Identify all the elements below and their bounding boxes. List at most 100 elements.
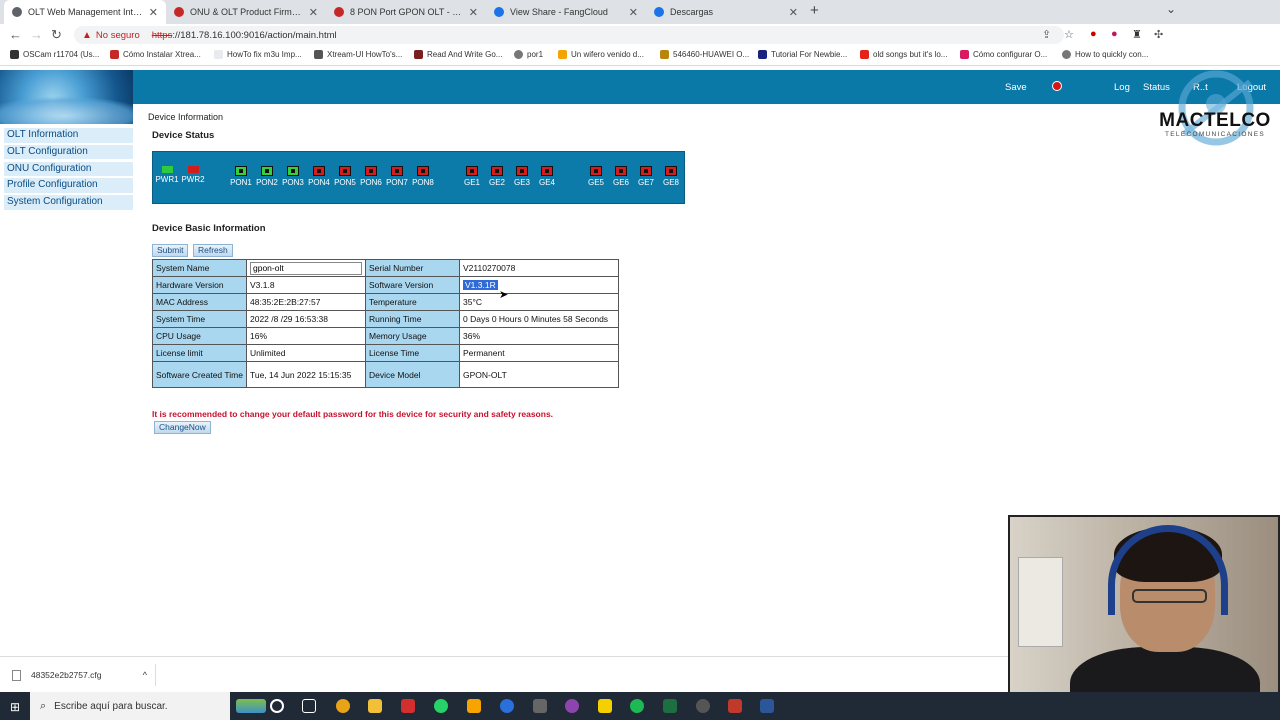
bookmark-item[interactable]: HowTo fix m3u Imp... [214, 50, 302, 59]
chrome-icon[interactable] [336, 699, 350, 713]
port-ge4[interactable]: GE4 [535, 166, 559, 187]
new-tab-icon[interactable]: + [810, 2, 819, 19]
browser-tab[interactable]: OLT Web Management Interface ✕ [4, 0, 166, 24]
bookmark-item[interactable]: 546460-HUAWEI O... [660, 50, 749, 59]
port-pon6[interactable]: PON6 [359, 166, 383, 187]
bookmark-item[interactable]: Tutorial For Newbie... [758, 50, 847, 59]
port-pon3[interactable]: PON3 [281, 166, 305, 187]
bookmark-item[interactable]: OSCam r11704 (Us... [10, 50, 99, 59]
task-view-icon[interactable] [302, 699, 316, 713]
browser-tab[interactable]: 8 PON Port GPON OLT - Optical ✕ [326, 0, 486, 24]
taskbar-search[interactable]: ⌕ Escribe aquí para buscar. [30, 692, 230, 720]
table-row: System Time 2022 /8 /29 16:53:38 Running… [152, 310, 619, 328]
bookmark-item[interactable]: Read And Write Go... [414, 50, 502, 59]
table-row: Hardware Version V3.1.8 Software Version… [152, 276, 619, 294]
port-ge8[interactable]: GE8 [659, 166, 683, 187]
star-icon[interactable]: ☆ [1064, 28, 1074, 41]
software-created-time-value: Tue, 14 Jun 2022 15:15:35 [246, 361, 366, 388]
extension-icon[interactable]: ♜ [1132, 28, 1142, 41]
port-pon7[interactable]: PON7 [385, 166, 409, 187]
reload-icon[interactable]: ↻ [51, 27, 62, 43]
hardware-version-label: Hardware Version [152, 276, 247, 294]
whatsapp-icon[interactable] [434, 699, 448, 713]
security-label[interactable]: No seguro [96, 30, 140, 41]
save-link[interactable]: Save [1005, 82, 1027, 93]
ethernet-port-icon [491, 166, 503, 176]
url-text: ://181.78.16.100:9016/action/main.html [172, 29, 337, 41]
app-icon[interactable] [401, 699, 415, 713]
file-icon [12, 669, 21, 681]
bookmark-item[interactable]: por1 [514, 50, 543, 59]
spotify-icon[interactable] [630, 699, 644, 713]
bookmark-label: HowTo fix m3u Imp... [227, 50, 302, 59]
back-icon[interactable]: ← [9, 27, 22, 42]
device-model-label: Device Model [365, 361, 460, 388]
bookmark-item[interactable]: How to quickly con... [1062, 50, 1148, 59]
port-pon4[interactable]: PON4 [307, 166, 331, 187]
app-icon[interactable] [467, 699, 481, 713]
sidebar-item-olt-configuration[interactable]: OLT Configuration [4, 144, 133, 161]
tab-search-icon[interactable]: ⌄ [1166, 2, 1176, 16]
cortana-icon[interactable] [270, 699, 284, 713]
app-icon[interactable] [696, 699, 710, 713]
share-icon[interactable]: ⇪ [1042, 28, 1051, 41]
chevron-up-icon[interactable]: ^ [143, 670, 147, 680]
news-widget-icon[interactable] [236, 699, 266, 713]
bookmark-item[interactable]: old songs but it's lo... [860, 50, 947, 59]
system-name-input[interactable] [250, 261, 362, 275]
address-bar[interactable]: ▲ No seguro https://181.78.16.100:9016/a… [74, 26, 1064, 44]
puzzle-icon[interactable]: ✣ [1154, 28, 1163, 41]
bookmark-item[interactable]: Cómo configurar O... [960, 50, 1047, 59]
port-ge3[interactable]: GE3 [510, 166, 534, 187]
port-pon8[interactable]: PON8 [411, 166, 435, 187]
browser-tab[interactable]: ONU & OLT Product Firmware De ✕ [166, 0, 326, 24]
browser-tab[interactable]: Descargas ✕ [646, 0, 806, 24]
port-pon5[interactable]: PON5 [333, 166, 357, 187]
word-icon[interactable] [760, 699, 774, 713]
port-pon2[interactable]: PON2 [255, 166, 279, 187]
extension-icon[interactable]: ● [1090, 28, 1097, 40]
bookmark-item[interactable]: Cómo Instalar Xtrea... [110, 50, 201, 59]
license-limit-label: License limit [152, 344, 247, 362]
close-icon[interactable]: ✕ [149, 6, 158, 19]
app-icon[interactable] [533, 699, 547, 713]
software-version-value[interactable]: V1.3.1R [463, 280, 498, 290]
forward-icon[interactable]: → [30, 27, 43, 42]
port-pon1[interactable]: PON1 [229, 166, 253, 187]
bookmark-item[interactable]: Xtream-UI HowTo's... [314, 50, 402, 59]
bookmark-item[interactable]: Un wifero venido d... [558, 50, 644, 59]
file-explorer-icon[interactable] [368, 699, 382, 713]
refresh-button[interactable]: Refresh [193, 244, 233, 257]
submit-button[interactable]: Submit [152, 244, 189, 257]
app-icon[interactable] [565, 699, 579, 713]
port-ge5[interactable]: GE5 [584, 166, 608, 187]
sidebar-item-profile-configuration[interactable]: Profile Configuration [4, 178, 133, 194]
port-ge7[interactable]: GE7 [634, 166, 658, 187]
port-ge6[interactable]: GE6 [609, 166, 633, 187]
close-icon[interactable]: ✕ [309, 6, 318, 19]
sidebar-item-onu-configuration[interactable]: ONU Configuration [4, 161, 133, 178]
close-icon[interactable]: ✕ [629, 6, 638, 19]
sidebar-item-system-configuration[interactable]: System Configuration [4, 195, 133, 211]
port-ge1[interactable]: GE1 [460, 166, 484, 187]
log-link[interactable]: Log [1114, 82, 1130, 93]
port-ge2[interactable]: GE2 [485, 166, 509, 187]
app-icon[interactable] [728, 699, 742, 713]
sticky-notes-icon[interactable] [598, 699, 612, 713]
bookmark-label: How to quickly con... [1075, 50, 1149, 59]
change-now-button[interactable]: ChangeNow [154, 421, 211, 434]
close-icon[interactable]: ✕ [789, 6, 798, 19]
windows-start-icon[interactable]: ⊞ [10, 700, 20, 714]
bookmark-label: Read And Write Go... [427, 50, 503, 59]
close-icon[interactable]: ✕ [469, 6, 478, 19]
pon-port-icon [365, 166, 377, 176]
download-item[interactable]: 48352e2b2757.cfg ^ [8, 664, 156, 686]
excel-icon[interactable] [663, 699, 677, 713]
port-label: PWR2 [181, 175, 205, 184]
extension-icon[interactable]: ● [1111, 28, 1118, 40]
app-icon[interactable] [500, 699, 514, 713]
webcam-shelf [1018, 557, 1063, 647]
sidebar-item-olt-information[interactable]: OLT Information [4, 128, 133, 144]
password-warning: It is recommended to change your default… [152, 409, 554, 419]
browser-tab[interactable]: View Share - FangCloud ✕ [486, 0, 646, 24]
